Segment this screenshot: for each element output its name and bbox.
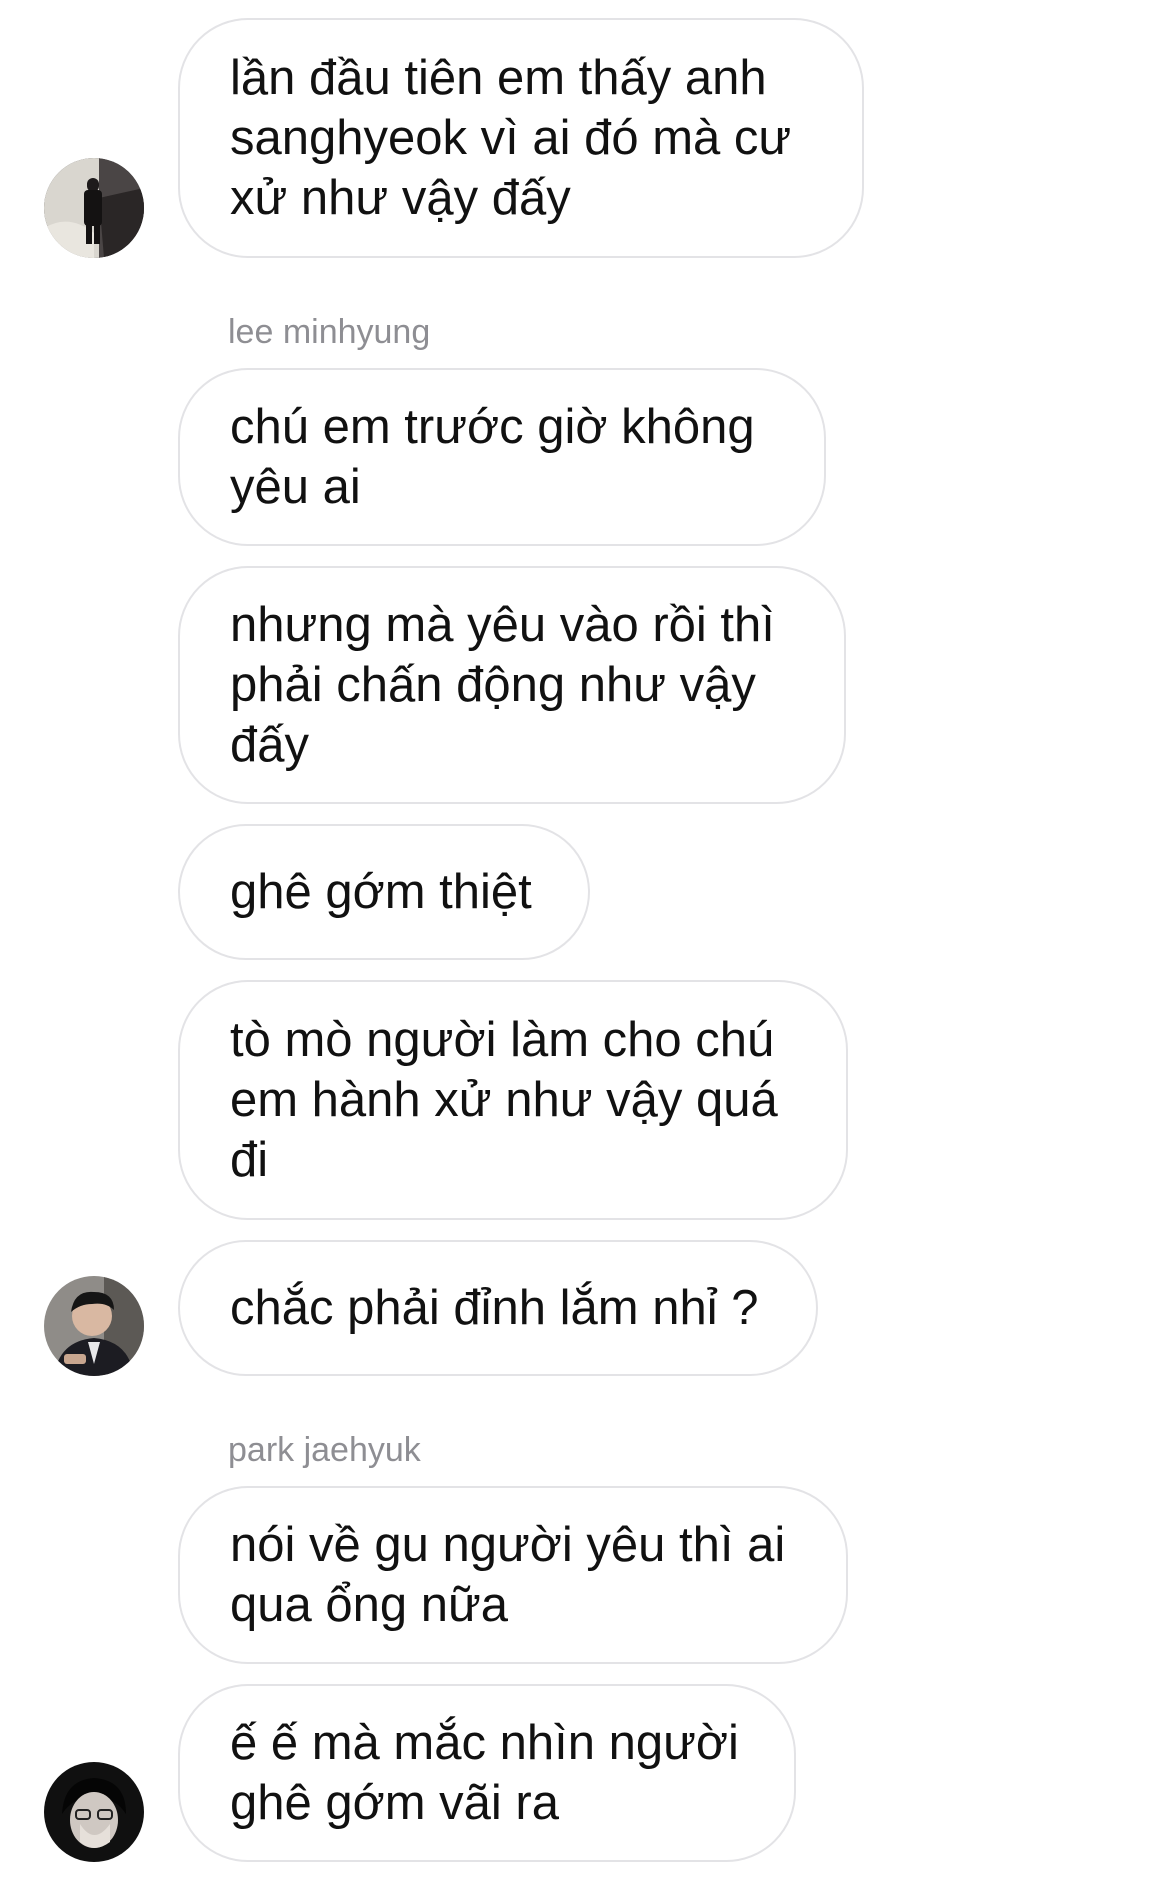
- chat-screen: { "messages": [ {"text": "lần đầu tiên e…: [0, 0, 1170, 1879]
- avatar-photo-icon: [44, 1276, 144, 1376]
- message-text: nói về gu người yêu thì ai qua ổng nữa: [230, 1518, 786, 1632]
- message-bubble[interactable]: ghê gớm thiệt: [178, 824, 590, 960]
- message-bubble[interactable]: nhưng mà yêu vào rồi thì phải chấn động …: [178, 566, 846, 804]
- message-text: ghê gớm thiệt: [230, 865, 532, 919]
- message-text: ế ế mà mắc nhìn người ghê gớm vãi ra: [230, 1716, 739, 1830]
- message-text: lần đầu tiên em thấy anh sanghyeok vì ai…: [230, 51, 792, 225]
- avatar[interactable]: [44, 158, 144, 258]
- message-text: chắc phải đỉnh lắm nhỉ ?: [230, 1281, 759, 1335]
- avatar-photo-icon: [44, 1762, 144, 1862]
- sender-name: park jaehyuk: [228, 1431, 421, 1469]
- sender-name: lee minhyung: [228, 313, 431, 351]
- avatar[interactable]: [44, 1276, 144, 1376]
- message-bubble[interactable]: tò mò người làm cho chú em hành xử như v…: [178, 980, 848, 1220]
- message-bubble[interactable]: ế ế mà mắc nhìn người ghê gớm vãi ra: [178, 1684, 796, 1862]
- avatar-photo-icon: [44, 158, 144, 258]
- message-text: nhưng mà yêu vào rồi thì phải chấn động …: [230, 598, 775, 772]
- message-text: tò mò người làm cho chú em hành xử như v…: [230, 1013, 778, 1187]
- avatar[interactable]: [44, 1762, 144, 1862]
- message-bubble[interactable]: chắc phải đỉnh lắm nhỉ ?: [178, 1240, 818, 1376]
- message-text: chú em trước giờ không yêu ai: [230, 400, 755, 514]
- message-bubble[interactable]: nói về gu người yêu thì ai qua ổng nữa: [178, 1486, 848, 1664]
- message-bubble[interactable]: chú em trước giờ không yêu ai: [178, 368, 826, 546]
- message-bubble[interactable]: lần đầu tiên em thấy anh sanghyeok vì ai…: [178, 18, 864, 258]
